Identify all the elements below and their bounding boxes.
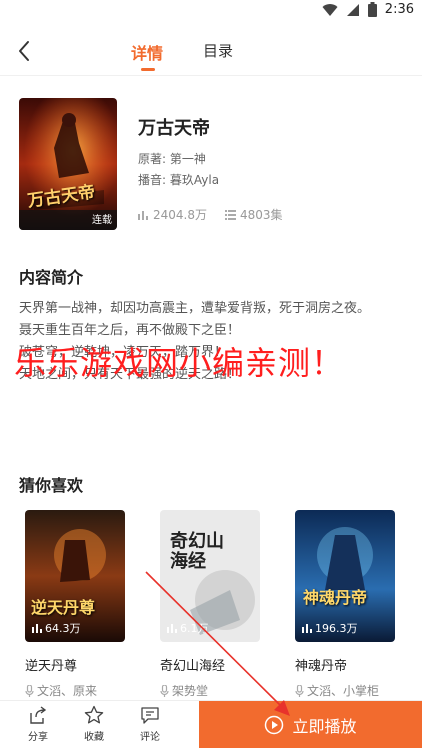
recommend-plays: 64.3万 <box>32 620 81 636</box>
tab-catalog[interactable]: 目录 <box>203 40 233 61</box>
recommend-cover-title: 奇幻山海经 <box>170 531 224 572</box>
recommend-card[interactable]: 奇幻山海经 6.1万 奇幻山海经 架势堂 <box>160 510 260 699</box>
recommend-tags: 文滔、小掌柜 <box>295 682 395 699</box>
recommend-cover[interactable]: 神魂丹帝 196.3万 <box>295 510 395 642</box>
favorite-button[interactable]: 收藏 <box>74 705 114 743</box>
recommend-tags-value: 架势堂 <box>172 684 209 698</box>
recommend-tags: 架势堂 <box>160 682 260 699</box>
comment-icon <box>141 707 159 724</box>
book-status-badge: 连载 <box>92 215 112 226</box>
recommend-tags-value: 文滔、小掌柜 <box>307 684 380 698</box>
status-time: 2:36 <box>384 2 414 17</box>
recommend-name[interactable]: 奇幻山海经 <box>160 655 260 674</box>
recommend-cover[interactable]: 奇幻山海经 6.1万 <box>160 510 260 642</box>
comment-button[interactable]: 评论 <box>130 705 170 743</box>
episode-count: 4803集 <box>225 206 283 223</box>
recommend-name[interactable]: 逆天丹尊 <box>25 655 125 674</box>
intro-line: 天界第一战神，却因功高震主，遭挚爱背叛，死于洞房之夜。 <box>19 301 371 316</box>
play-count-icon <box>32 623 42 633</box>
status-icons: 2:36 <box>322 2 414 17</box>
comment-label: 评论 <box>140 732 160 743</box>
bottom-bar: 分享 收藏 评论 立即播放 <box>0 700 422 748</box>
episode-count-value: 4803集 <box>240 208 283 222</box>
recommend-plays: 196.3万 <box>302 620 358 636</box>
recommend-plays-value: 64.3万 <box>45 622 81 635</box>
book-narrator: 播音: 暮玖Ayla <box>138 173 220 187</box>
book-cover: 万古天帝 连载 <box>19 98 117 230</box>
play-count-icon <box>138 210 148 220</box>
share-label: 分享 <box>28 732 48 743</box>
recommend-cover[interactable]: 逆天丹尊 64.3万 <box>25 510 125 642</box>
microphone-icon <box>160 684 169 697</box>
status-bar: 2:36 <box>0 0 422 22</box>
share-icon <box>30 706 47 724</box>
play-now-button[interactable]: 立即播放 <box>199 701 422 748</box>
play-count-icon <box>302 623 312 633</box>
recommend-heading: 猜你喜欢 <box>19 476 84 495</box>
recommend-tags-value: 文滔、原来 <box>37 684 98 698</box>
battery-icon <box>367 2 377 17</box>
book-title: 万古天帝 <box>138 118 210 139</box>
recommend-cover-title: 神魂丹帝 <box>303 588 368 607</box>
recommend-tags: 文滔、原来 <box>25 682 125 699</box>
list-icon <box>225 209 236 220</box>
recommend-plays-value: 196.3万 <box>315 622 358 635</box>
play-circle-icon <box>265 715 284 735</box>
recommend-card[interactable]: 逆天丹尊 64.3万 逆天丹尊 文滔、原来 <box>25 510 125 699</box>
book-stats: 2404.8万 4803集 <box>138 206 283 223</box>
microphone-icon <box>25 684 34 697</box>
favorite-label: 收藏 <box>84 732 104 743</box>
back-icon[interactable] <box>14 38 36 64</box>
top-nav: 详情 目录 <box>0 28 422 76</box>
play-count-icon <box>167 623 177 633</box>
recommend-plays-value: 6.1万 <box>180 622 209 635</box>
watermark-text: 乐乐游戏网小编亲测！ <box>14 344 345 382</box>
intro-heading: 内容简介 <box>19 268 84 287</box>
book-author: 原著: 第一神 <box>138 152 206 166</box>
recommend-name[interactable]: 神魂丹帝 <box>295 655 395 674</box>
recommend-cover-title: 逆天丹尊 <box>31 598 96 617</box>
tab-detail[interactable]: 详情 <box>131 40 163 71</box>
recommend-card[interactable]: 神魂丹帝 196.3万 神魂丹帝 文滔、小掌柜 <box>295 510 395 699</box>
recommend-plays: 6.1万 <box>167 620 209 636</box>
signal-icon <box>346 3 359 16</box>
star-icon <box>84 705 104 724</box>
share-button[interactable]: 分享 <box>18 705 58 743</box>
microphone-icon <box>295 684 304 697</box>
play-count-value: 2404.8万 <box>153 208 207 222</box>
wifi-icon <box>322 3 338 16</box>
play-now-label: 立即播放 <box>292 717 357 736</box>
play-count: 2404.8万 <box>138 206 207 223</box>
